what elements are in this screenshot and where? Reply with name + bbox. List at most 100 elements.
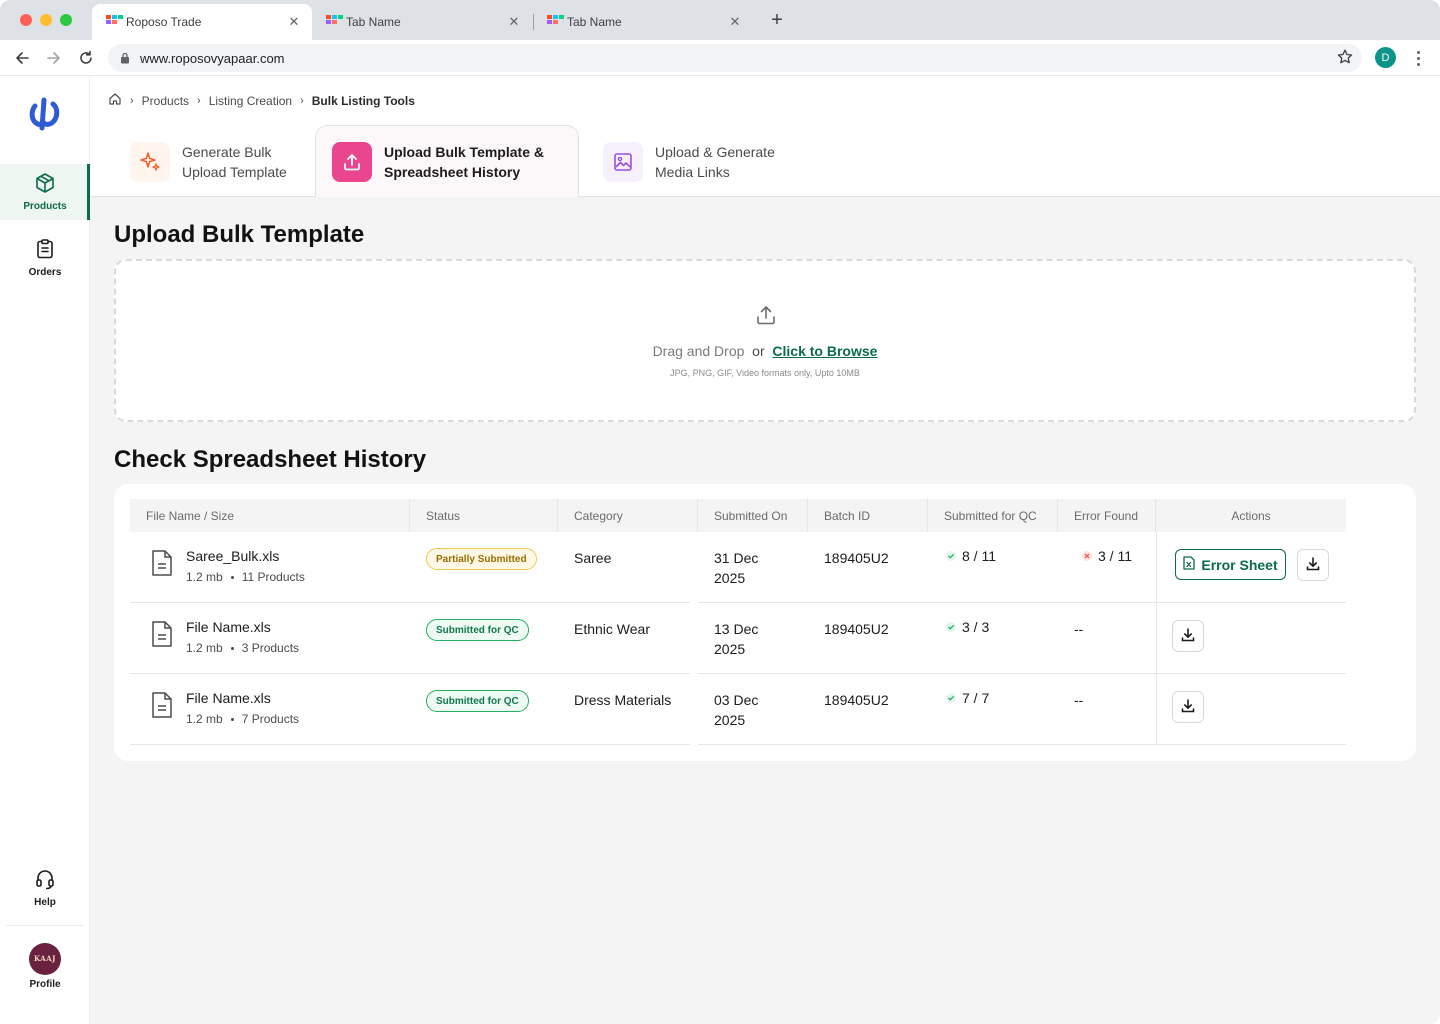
- browser-tab-3[interactable]: Tab Name ✕: [533, 4, 753, 40]
- tab-title: Tab Name: [567, 15, 622, 29]
- tab-generate-bulk-template[interactable]: Generate Bulk Upload Template: [114, 126, 310, 197]
- file-name: File Name.xls: [186, 690, 271, 706]
- download-button[interactable]: [1297, 549, 1329, 581]
- column-header-file-name: File Name / Size: [130, 499, 410, 532]
- file-meta: 1.2 mb 3 Products: [186, 641, 299, 655]
- address-bar[interactable]: www.roposovyapaar.com: [108, 44, 1362, 72]
- check-icon: [946, 548, 956, 564]
- sidebar-item-profile[interactable]: KAAJ Profile: [0, 938, 90, 994]
- download-button[interactable]: [1172, 691, 1204, 723]
- download-button[interactable]: [1172, 620, 1204, 652]
- dropzone-instructions: Drag and Drop or Click to Browse: [116, 343, 1414, 359]
- qc-value: 7 / 7: [962, 690, 990, 706]
- column-header-error-found: Error Found: [1058, 499, 1156, 532]
- table-row: Saree_Bulk.xls 1.2 mb 11 Products Partial…: [130, 532, 1346, 603]
- download-icon: [1180, 698, 1196, 717]
- file-dropzone[interactable]: Drag and Drop or Click to Browse JPG, PN…: [114, 259, 1416, 422]
- date-day: 03 Dec: [714, 692, 759, 708]
- submitted-on: 03 Dec 2025: [714, 690, 758, 730]
- tab-label-line2: Upload Template: [182, 163, 287, 180]
- error-sheet-label: Error Sheet: [1201, 556, 1278, 573]
- browser-tab-1[interactable]: Roposo Trade ✕: [92, 4, 312, 40]
- file-icon: [150, 620, 174, 653]
- chevron-right-icon: ›: [197, 94, 201, 107]
- file-meta: 1.2 mb 7 Products: [186, 712, 299, 726]
- error-count: 3 / 11: [1082, 548, 1132, 564]
- browser-window: Roposo Trade ✕ Tab Name ✕ Tab Name ✕ + w…: [0, 0, 1440, 1024]
- batch-id: 189405U2: [824, 550, 889, 566]
- error-count: --: [1074, 621, 1084, 637]
- table-header: File Name / Size Status Category Submitt…: [130, 499, 1346, 532]
- tab-upload-media-links[interactable]: Upload & Generate Media Links: [587, 126, 807, 197]
- browser-tab-2[interactable]: Tab Name ✕: [312, 4, 532, 40]
- tab-label-line1: Upload & Generate: [655, 143, 775, 160]
- tab-label-line1: Generate Bulk: [182, 143, 272, 160]
- file-icon: [150, 549, 174, 582]
- tab-title: Tab Name: [346, 15, 401, 29]
- figma-icon: [106, 15, 123, 29]
- maximize-window-button[interactable]: [60, 14, 72, 26]
- breadcrumb-listing-creation[interactable]: Listing Creation: [209, 94, 292, 108]
- sidebar: Products Orders Help KAAJ Profile: [0, 76, 90, 1024]
- tab-label: Generate Bulk Upload Template: [182, 142, 287, 182]
- submitted-on: 13 Dec 2025: [714, 619, 758, 659]
- product-count: 11 Products: [241, 570, 305, 584]
- or-text: or: [752, 343, 765, 359]
- error-sheet-button[interactable]: Error Sheet: [1175, 549, 1286, 580]
- breadcrumb-products[interactable]: Products: [142, 94, 189, 108]
- status-badge: Submitted for QC: [426, 690, 529, 712]
- close-icon[interactable]: ✕: [286, 14, 302, 30]
- back-arrow-icon[interactable]: [10, 46, 34, 70]
- breadcrumb: › Products › Listing Creation › Bulk Lis…: [108, 92, 415, 109]
- browse-link[interactable]: Click to Browse: [772, 343, 877, 359]
- product-count: 7 Products: [241, 712, 300, 726]
- url-text: www.roposovyapaar.com: [140, 50, 285, 66]
- file-format-hint: JPG, PNG, GIF, Video formats only, Upto …: [670, 368, 860, 378]
- tab-title: Roposo Trade: [126, 15, 202, 29]
- bookmark-star-icon[interactable]: [1336, 48, 1354, 69]
- new-tab-button[interactable]: +: [766, 10, 788, 32]
- main-content: › Products › Listing Creation › Bulk Lis…: [90, 76, 1440, 1024]
- tab-label: Upload & Generate Media Links: [655, 142, 775, 182]
- category: Saree: [574, 550, 612, 566]
- column-header-submitted-qc: Submitted for QC: [928, 499, 1058, 532]
- file-size: 1.2 mb: [186, 641, 223, 655]
- reload-icon[interactable]: [74, 46, 98, 70]
- batch-id: 189405U2: [824, 621, 889, 637]
- minimize-window-button[interactable]: [40, 14, 52, 26]
- actions-divider: [1156, 603, 1157, 674]
- figma-icon: [326, 15, 343, 29]
- sidebar-item-label: Products: [23, 201, 67, 212]
- home-icon[interactable]: [108, 92, 122, 109]
- error-x-icon: [1082, 548, 1092, 564]
- date-year: 2025: [714, 570, 746, 586]
- sidebar-item-label: Profile: [29, 978, 61, 990]
- browser-profile-avatar[interactable]: D: [1375, 47, 1396, 68]
- qc-value: 8 / 11: [962, 548, 996, 564]
- sidebar-item-products[interactable]: Products: [0, 164, 90, 220]
- status-badge: Submitted for QC: [426, 619, 529, 641]
- sidebar-item-help[interactable]: Help: [0, 860, 90, 916]
- headset-icon: [34, 868, 56, 893]
- column-header-status: Status: [410, 499, 558, 532]
- close-window-button[interactable]: [20, 14, 32, 26]
- tab-label-line2: Spreadsheet History: [384, 163, 521, 180]
- sidebar-divider: [6, 925, 84, 926]
- forward-arrow-icon[interactable]: [42, 46, 66, 70]
- tab-upload-bulk-template[interactable]: Upload Bulk Template & Spreadsheet Histo…: [315, 125, 579, 197]
- browser-menu-icon[interactable]: [1410, 48, 1426, 68]
- actions-divider: [1156, 674, 1157, 745]
- avatar: KAAJ: [29, 942, 61, 975]
- sidebar-item-orders[interactable]: Orders: [0, 230, 90, 286]
- check-icon: [946, 619, 956, 635]
- file-icon: [150, 691, 174, 724]
- image-icon: [603, 141, 643, 182]
- qc-count: 3 / 3: [946, 619, 989, 635]
- close-icon[interactable]: ✕: [506, 14, 522, 30]
- close-icon[interactable]: ✕: [727, 14, 743, 30]
- file-name: File Name.xls: [186, 619, 271, 635]
- category: Ethnic Wear: [574, 621, 650, 637]
- roposo-logo[interactable]: [25, 94, 65, 134]
- qc-count: 7 / 7: [946, 690, 989, 706]
- date-year: 2025: [714, 712, 746, 728]
